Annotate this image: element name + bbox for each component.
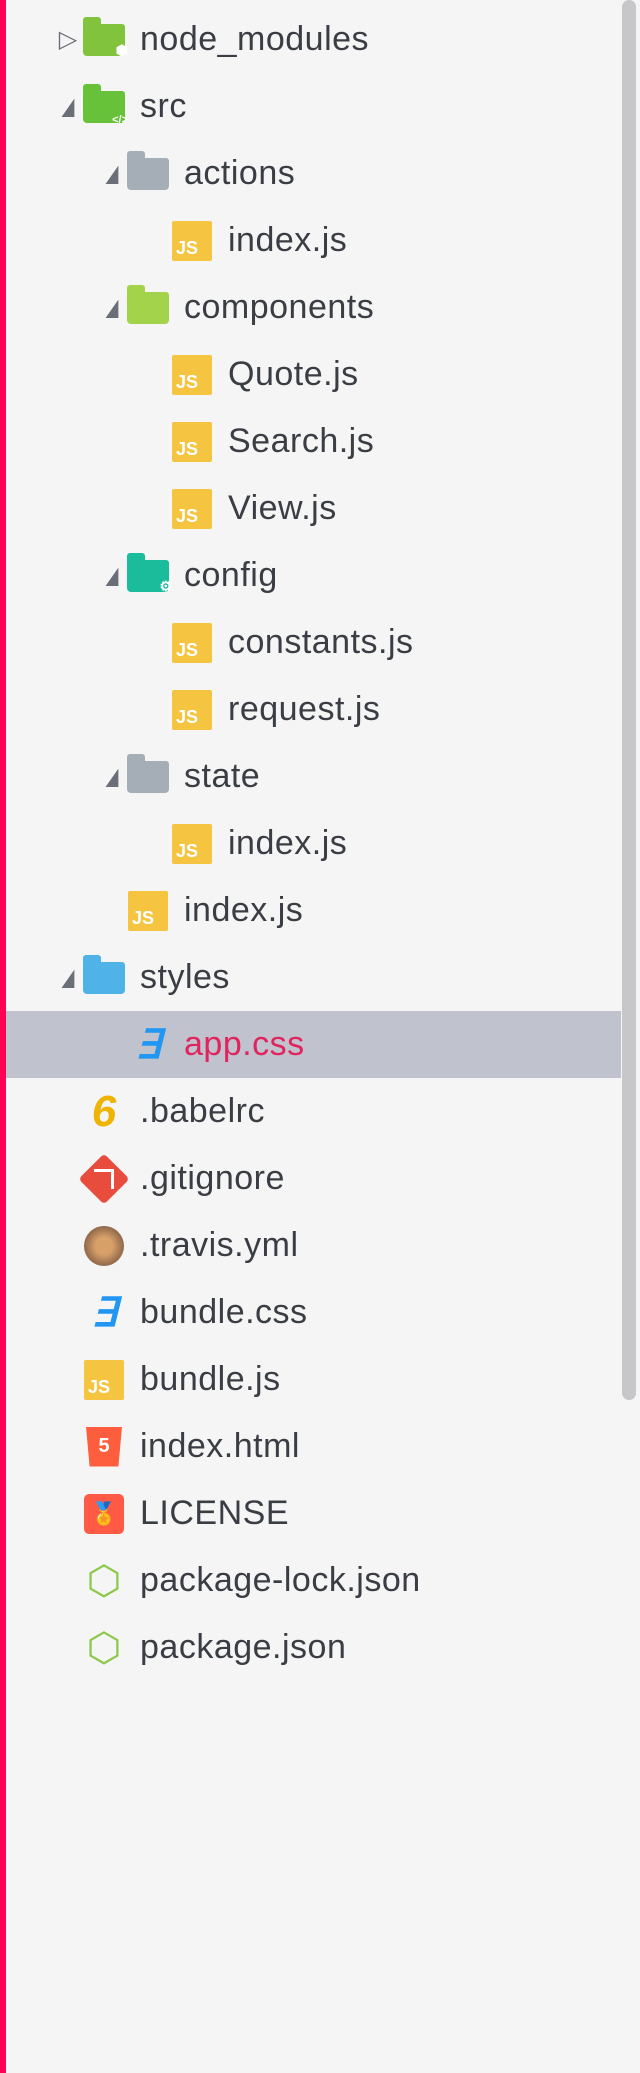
tree-item-label: index.js: [228, 221, 347, 260]
js-file-icon: JS: [170, 420, 214, 464]
tree-row[interactable]: JS constants.js: [6, 609, 621, 676]
tree-item-label: state: [184, 757, 260, 796]
tree-row[interactable]: JS Quote.js: [6, 341, 621, 408]
tree-item-label: index.js: [228, 824, 347, 863]
tree-item-label: View.js: [228, 489, 337, 528]
folder-icon: [126, 152, 170, 196]
tree-row[interactable]: ▷⬢ node_modules: [6, 6, 621, 73]
tree-row[interactable]: JS index.js: [6, 810, 621, 877]
tree-item-label: app.css: [184, 1025, 305, 1064]
folder-icon: [126, 286, 170, 330]
node-file-icon: ⬡: [82, 1626, 126, 1670]
folder-icon: ⚙: [126, 554, 170, 598]
node-file-icon: ⬡: [82, 1559, 126, 1603]
tree-item-label: .gitignore: [140, 1159, 285, 1198]
js-file-icon: JS: [126, 889, 170, 933]
tree-row[interactable]: JS request.js: [6, 676, 621, 743]
tree-item-label: package.json: [140, 1628, 346, 1667]
css-file-icon: ∃: [126, 1023, 170, 1067]
disclosure-arrow-icon[interactable]: ▷: [54, 25, 82, 54]
tree-row[interactable]: .gitignore: [6, 1145, 621, 1212]
tree-row[interactable]: JS Search.js: [6, 408, 621, 475]
tree-item-label: index.js: [184, 891, 303, 930]
disclosure-arrow-icon[interactable]: ◢: [102, 561, 122, 590]
disclosure-arrow-icon[interactable]: ◢: [58, 963, 78, 992]
html-file-icon: 5: [82, 1425, 126, 1469]
scrollbar-thumb[interactable]: [622, 0, 636, 1400]
js-file-icon: JS: [170, 688, 214, 732]
tree-item-label: constants.js: [228, 623, 414, 662]
tree-row[interactable]: ◢ components: [6, 274, 621, 341]
tree-item-label: index.html: [140, 1427, 300, 1466]
folder-icon: ⬢: [82, 18, 126, 62]
tree-row[interactable]: JS View.js: [6, 475, 621, 542]
tree-item-label: Search.js: [228, 422, 374, 461]
tree-row[interactable]: ◢⚙ config: [6, 542, 621, 609]
tree-row[interactable]: ⬡ package-lock.json: [6, 1547, 621, 1614]
tree-item-label: bundle.js: [140, 1360, 281, 1399]
js-file-icon: JS: [82, 1358, 126, 1402]
disclosure-arrow-icon[interactable]: ◢: [102, 293, 122, 322]
tree-row[interactable]: ⬡ package.json: [6, 1614, 621, 1681]
git-file-icon: [82, 1157, 126, 1201]
tree-row[interactable]: JS index.js: [6, 207, 621, 274]
tree-row[interactable]: 5 index.html: [6, 1413, 621, 1480]
tree-row[interactable]: ◢ styles: [6, 944, 621, 1011]
js-file-icon: JS: [170, 487, 214, 531]
tree-item-label: styles: [140, 958, 230, 997]
tree-item-label: Quote.js: [228, 355, 359, 394]
tree-row[interactable]: JS index.js: [6, 877, 621, 944]
tree-item-label: config: [184, 556, 278, 595]
js-file-icon: JS: [170, 822, 214, 866]
tree-row[interactable]: ∃ app.css: [6, 1011, 621, 1078]
tree-item-label: LICENSE: [140, 1494, 289, 1533]
tree-row[interactable]: ∃ bundle.css: [6, 1279, 621, 1346]
js-file-icon: JS: [170, 219, 214, 263]
folder-icon: </>: [82, 85, 126, 129]
css-file-icon: ∃: [82, 1291, 126, 1335]
tree-item-label: .travis.yml: [140, 1226, 299, 1265]
tree-item-label: src: [140, 87, 187, 126]
babel-file-icon: 6: [82, 1090, 126, 1134]
folder-icon: [126, 755, 170, 799]
tree-row[interactable]: ◢</> src: [6, 73, 621, 140]
file-tree: ▷⬢node_modules◢</>src◢actionsJSindex.js◢…: [6, 0, 621, 1681]
tree-row[interactable]: JS bundle.js: [6, 1346, 621, 1413]
tree-item-label: request.js: [228, 690, 380, 729]
tree-row[interactable]: 6 .babelrc: [6, 1078, 621, 1145]
tree-item-label: bundle.css: [140, 1293, 308, 1332]
js-file-icon: JS: [170, 353, 214, 397]
js-file-icon: JS: [170, 621, 214, 665]
disclosure-arrow-icon[interactable]: ◢: [102, 159, 122, 188]
tree-item-label: actions: [184, 154, 295, 193]
tree-item-label: components: [184, 288, 374, 327]
tree-row[interactable]: ◢ actions: [6, 140, 621, 207]
tree-item-label: .babelrc: [140, 1092, 265, 1131]
tree-row[interactable]: 🏅 LICENSE: [6, 1480, 621, 1547]
disclosure-arrow-icon[interactable]: ◢: [102, 762, 122, 791]
folder-icon: [82, 956, 126, 1000]
tree-row[interactable]: ◢ state: [6, 743, 621, 810]
tree-item-label: package-lock.json: [140, 1561, 421, 1600]
travis-file-icon: [82, 1224, 126, 1268]
license-file-icon: 🏅: [82, 1492, 126, 1536]
tree-item-label: node_modules: [140, 20, 369, 59]
tree-row[interactable]: .travis.yml: [6, 1212, 621, 1279]
disclosure-arrow-icon[interactable]: ◢: [58, 92, 78, 121]
